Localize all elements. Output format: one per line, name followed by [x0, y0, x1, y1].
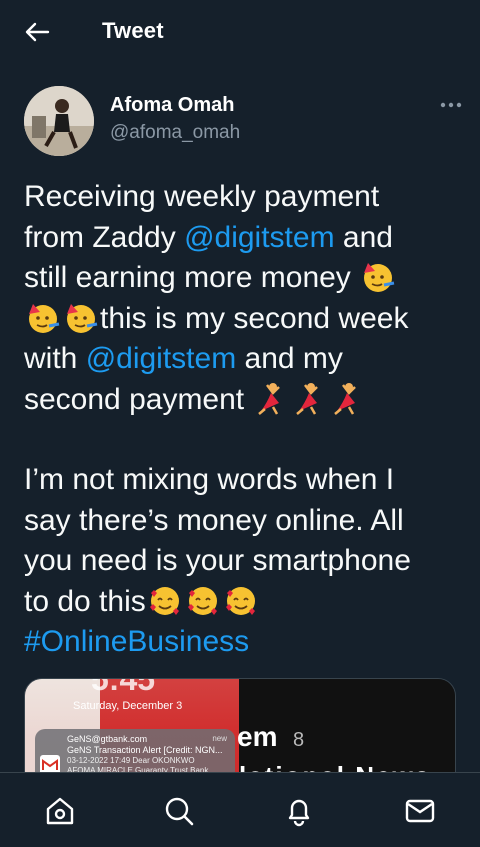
tweet-line: to do this	[24, 582, 464, 623]
notification-title: GeNS Transaction Alert [Credit: NGN...	[67, 745, 223, 755]
partying-face-emoji-icon	[360, 259, 396, 305]
tweet-text-segment: and	[334, 220, 393, 254]
more-dots-icon	[440, 102, 462, 108]
search-icon	[165, 797, 194, 826]
nav-notifications[interactable]	[281, 793, 317, 829]
tweet-text-segment: and my	[236, 342, 343, 375]
hashtag-link[interactable]: #OnlineBusiness	[24, 625, 249, 658]
media-right-number: 8	[293, 729, 305, 751]
lockscreen-date: Saturday, December 3	[73, 700, 183, 712]
tweet-line: Receiving weekly payment	[24, 177, 464, 218]
tweet-text-segment: still earning more money	[24, 261, 360, 294]
tweet-text-segment: from Zaddy	[24, 220, 185, 254]
tweet-line: this is my second week	[24, 299, 464, 340]
notification-sender: GeNS@gtbank.com	[67, 734, 148, 744]
notification-new-label: new	[212, 734, 227, 743]
more-options-button[interactable]	[438, 94, 464, 116]
tweet-line: with @digitstem and my	[24, 339, 464, 380]
tweet-text-segment: I’m not mixing words when I	[24, 463, 395, 496]
notifications-icon	[288, 799, 310, 827]
page-title: Tweet	[102, 18, 164, 43]
tweet-text-segment: Receiving weekly payment	[24, 180, 380, 213]
messages-icon	[405, 799, 435, 823]
tweet-line: I’m not mixing words when I	[24, 460, 464, 501]
dancing-woman-emoji-icon	[329, 381, 365, 427]
top-bar: Tweet	[0, 0, 480, 64]
tweet-text-segment: second payment	[24, 382, 253, 416]
nav-messages[interactable]	[402, 793, 438, 829]
avatar[interactable]	[24, 86, 94, 156]
nav-search[interactable]	[161, 793, 197, 829]
author-name[interactable]: Afoma Omah	[110, 94, 234, 117]
tweet-text-segment: say there’s money online. All	[24, 503, 404, 537]
nav-home[interactable]	[42, 793, 78, 829]
tweet-line: second payment	[24, 380, 464, 421]
tweet-text-segment: you need is your smartphone	[24, 544, 411, 577]
back-button[interactable]	[22, 18, 52, 46]
tweet-text-segment: to do this	[24, 584, 146, 618]
back-arrow-icon	[25, 22, 50, 42]
media-right-text: em	[237, 721, 278, 752]
dancing-woman-emoji-icon	[291, 381, 327, 427]
tweet-text-segment: this is my second week	[100, 301, 409, 335]
bottom-navigation	[0, 772, 480, 847]
tweet-line: still earning more money	[24, 258, 464, 299]
mention-link[interactable]: @digitstem	[184, 221, 335, 254]
tweet-author: Afoma Omah @afoma_omah	[24, 86, 464, 158]
tweet-text: Receiving weekly payment from Zaddy @dig…	[24, 177, 464, 663]
tweet-line: say there’s money online. All	[24, 501, 464, 542]
author-handle[interactable]: @afoma_omah	[110, 122, 240, 144]
notification-body: 03-12-2022 17:49 Dear OKONKWO	[67, 756, 195, 765]
tweet-text-segment: with	[24, 342, 86, 375]
tweet-line: you need is your smartphone	[24, 541, 464, 582]
dancing-woman-emoji-icon	[253, 381, 289, 427]
mention-link[interactable]: @digitstem	[86, 342, 237, 375]
tweet-line: #OnlineBusiness	[24, 622, 464, 663]
tweet-line: from Zaddy @digitstem and	[24, 218, 464, 259]
lockscreen-clock: 5:45	[91, 678, 156, 697]
home-icon	[46, 797, 74, 825]
